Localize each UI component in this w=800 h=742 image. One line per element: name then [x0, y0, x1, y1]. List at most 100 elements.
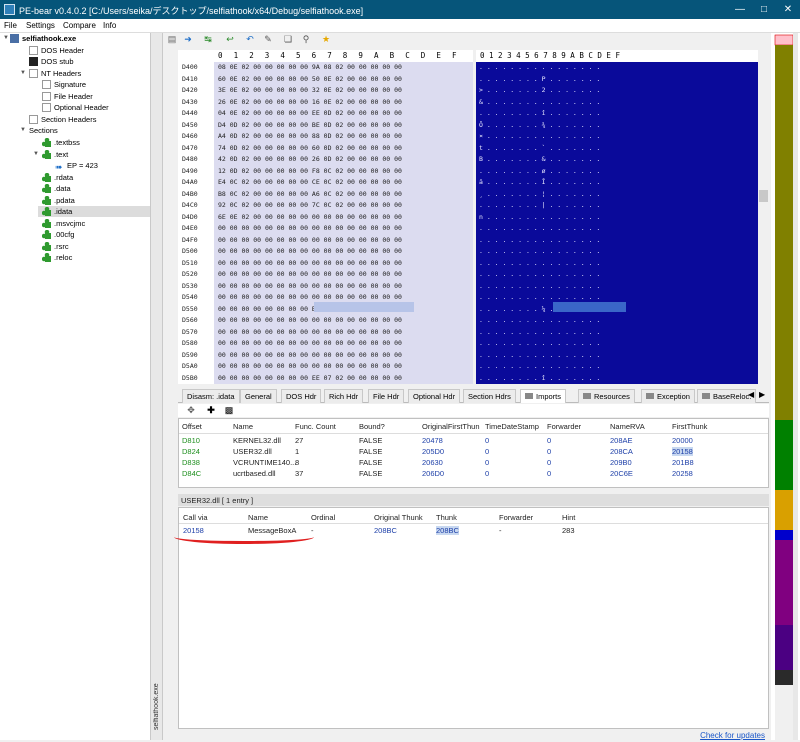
- tree-section-rdata[interactable]: .rdata: [42, 172, 73, 183]
- hex-row[interactable]: E4 0C 02 00 00 00 00 00 CE 0C 02 00 00 0…: [218, 177, 402, 189]
- ascii-row[interactable]: t . . . . . . . ` . . . . . . .: [479, 143, 600, 155]
- overview-strip[interactable]: [771, 33, 800, 740]
- tree-nt-headers[interactable]: NT Headers: [29, 68, 81, 79]
- tree-optional-header[interactable]: Optional Header: [42, 102, 109, 113]
- maximize-icon[interactable]: □: [752, 0, 776, 19]
- search-icon[interactable]: ⚲: [301, 34, 311, 44]
- import-icon[interactable]: ↩: [225, 34, 235, 44]
- ascii-row[interactable]: . . . . . . . . . . . . . . . .: [479, 246, 600, 258]
- functions-col-header[interactable]: Name: [248, 513, 268, 522]
- hex-row[interactable]: B8 0C 02 00 00 00 00 00 A6 0C 02 00 00 0…: [218, 189, 402, 201]
- tab-general[interactable]: General: [240, 389, 277, 403]
- table-row[interactable]: D810 KERNEL32.dll 27 FALSE 20478 0 0 208AE 20000: [179, 436, 768, 447]
- tree-section-00cfg[interactable]: .00cfg: [42, 229, 74, 240]
- star-icon[interactable]: ★: [321, 34, 331, 44]
- ascii-row[interactable]: . . . . . . . . | . . . . . . .: [479, 200, 600, 212]
- ascii-pane[interactable]: . . . . . . . . . . . . . . . .. . . . .…: [476, 62, 758, 384]
- hex-scrollbar[interactable]: [758, 50, 769, 384]
- menu-file[interactable]: File: [4, 21, 17, 30]
- check-updates-link[interactable]: Check for updates: [700, 731, 765, 740]
- tab-resources[interactable]: Resources: [578, 389, 635, 403]
- hex-row[interactable]: 26 0E 02 00 00 00 00 00 16 0E 02 00 00 0…: [218, 97, 402, 109]
- ascii-row[interactable]: . . . . . . . . î . . . . . . .: [479, 108, 600, 120]
- collapse-icon[interactable]: ▼: [33, 151, 39, 157]
- functions-col-header[interactable]: Call via: [183, 513, 208, 522]
- tab-disasm[interactable]: Disasm: .idata: [182, 389, 240, 403]
- tree-entry-point[interactable]: ➠ EP = 423: [55, 160, 98, 172]
- ascii-row[interactable]: . . . . . . . . . . . . . . . .: [479, 338, 600, 350]
- tab-rich-hdr[interactable]: Rich Hdr: [324, 389, 364, 403]
- hex-row[interactable]: 08 0E 02 00 00 00 00 00 9A 08 02 00 00 0…: [218, 62, 402, 74]
- tree-dos-header[interactable]: DOS Header: [29, 45, 84, 56]
- minimize-icon[interactable]: —: [728, 0, 752, 19]
- hex-row[interactable]: 92 0C 02 00 00 00 00 00 7C 0C 02 00 00 0…: [218, 200, 402, 212]
- ascii-row[interactable]: Ô . . . . . . . ¾ . . . . . . .: [479, 120, 600, 132]
- tree-section-textbss[interactable]: .textbss: [42, 137, 80, 148]
- copy-icon[interactable]: ❏: [283, 34, 293, 44]
- ascii-row[interactable]: ¤ . . . . . . . . . . . . . . .: [479, 131, 600, 143]
- ascii-row[interactable]: . . . . . . . . . . . . . . . .: [479, 327, 600, 339]
- ascii-row[interactable]: & . . . . . . . . . . . . . . .: [479, 97, 600, 109]
- tree-section-headers[interactable]: Section Headers: [29, 114, 96, 125]
- tree-file-header[interactable]: File Header: [42, 91, 93, 102]
- hex-row[interactable]: 3E 0E 02 00 00 00 00 00 32 0E 02 00 00 0…: [218, 85, 402, 97]
- export-icon[interactable]: ↹: [203, 34, 213, 44]
- imports-col-header[interactable]: Offset: [182, 422, 202, 431]
- add-icon[interactable]: ✚: [206, 405, 216, 415]
- collapse-icon[interactable]: ▼: [3, 35, 9, 41]
- tree-section-reloc[interactable]: .reloc: [42, 252, 72, 263]
- tree-section-text[interactable]: .text: [42, 149, 68, 160]
- hex-row[interactable]: 74 0D 02 00 00 00 00 00 60 0D 02 00 00 0…: [218, 143, 402, 155]
- close-icon[interactable]: ✕: [776, 0, 800, 19]
- ascii-row[interactable]: . . . . . . . . . . . . . . . .: [479, 235, 600, 247]
- hex-row[interactable]: 00 00 00 00 00 00 00 00 00 00 00 00 00 0…: [218, 327, 402, 339]
- tab-optional-hdr[interactable]: Optional Hdr: [408, 389, 461, 403]
- tree-signature[interactable]: Signature: [42, 79, 86, 90]
- hex-row[interactable]: 04 0E 02 00 00 00 00 00 EE 0D 02 00 00 0…: [218, 108, 402, 120]
- tree-section-idata[interactable]: .idata: [38, 206, 150, 217]
- hex-row[interactable]: 00 00 00 00 00 00 00 00 00 00 00 00 00 0…: [218, 269, 402, 281]
- functions-col-header[interactable]: Original Thunk: [374, 513, 423, 522]
- ascii-row[interactable]: . . . . . . . . . . . . . . . .: [479, 361, 600, 373]
- hex-row[interactable]: 00 00 00 00 00 00 00 00 00 00 00 00 00 0…: [218, 315, 402, 327]
- functions-col-header[interactable]: Ordinal: [311, 513, 335, 522]
- tree-sections[interactable]: Sections: [29, 125, 58, 136]
- hex-row[interactable]: 00 00 00 00 00 00 00 00 EE 07 02 00 00 0…: [218, 373, 402, 385]
- ascii-row[interactable]: . . . . . . . . ø . . . . . . .: [479, 166, 600, 178]
- side-file-tab[interactable]: selfiathook.exe: [153, 670, 163, 730]
- tab-scroll-right-icon[interactable]: ▶: [759, 390, 765, 399]
- ascii-row[interactable]: ¸ . . . . . . . ¦ . . . . . . .: [479, 189, 600, 201]
- ascii-row[interactable]: . . . . . . . . . . . . . . . .: [479, 281, 600, 293]
- imports-col-header[interactable]: Func. Count: [295, 422, 336, 431]
- tree-section-msvcjmc[interactable]: .msvcjmc: [42, 218, 85, 229]
- table-row[interactable]: D84C ucrtbased.dll 37 FALSE 206D0 0 0 20C6E 2025…: [179, 469, 768, 480]
- ascii-row[interactable]: . . . . . . . . . . . . . . . .: [479, 315, 600, 327]
- undo-icon[interactable]: ↶: [245, 34, 255, 44]
- tree-dos-stub[interactable]: DOS stub: [29, 56, 74, 67]
- ascii-row[interactable]: . . . . . . . . . . . . . . . .: [479, 223, 600, 235]
- tab-scroll-left-icon[interactable]: ◀: [748, 390, 754, 399]
- hex-row[interactable]: 00 00 00 00 00 00 00 00 00 00 00 00 00 0…: [218, 235, 402, 247]
- ascii-row[interactable]: ä . . . . . . . Î . . . . . . .: [479, 177, 600, 189]
- functions-col-header[interactable]: Hint: [562, 513, 575, 522]
- hex-row[interactable]: D4 0D 02 00 00 00 00 00 BE 0D 02 00 00 0…: [218, 120, 402, 132]
- tree-section-pdata[interactable]: .pdata: [42, 195, 75, 206]
- tree-section-data[interactable]: .data: [42, 183, 71, 194]
- panel-splitter[interactable]: [151, 33, 163, 740]
- hex-row[interactable]: 00 00 00 00 00 00 00 00 00 00 00 00 00 0…: [218, 338, 402, 350]
- table-row[interactable]: D824 USER32.dll 1 FALSE 205D0 0 0 208CA 20158: [179, 447, 768, 458]
- menu-settings[interactable]: Settings: [26, 21, 55, 30]
- tree-section-rsrc[interactable]: .rsrc: [42, 241, 69, 252]
- imports-col-header[interactable]: OriginalFirstThun: [422, 422, 480, 431]
- ascii-row[interactable]: . . . . . . . . . . . . . . . .: [479, 62, 600, 74]
- tab-imports[interactable]: Imports: [520, 389, 567, 403]
- imports-col-header[interactable]: Bound?: [359, 422, 385, 431]
- hex-row[interactable]: 42 0D 02 00 00 00 00 00 26 0D 02 00 00 0…: [218, 154, 402, 166]
- hex-row[interactable]: 00 00 00 00 00 00 00 00 00 00 00 00 00 0…: [218, 246, 402, 258]
- edit-icon[interactable]: ✎: [263, 34, 273, 44]
- tab-dos-hdr[interactable]: DOS Hdr: [281, 389, 322, 403]
- hex-row[interactable]: A4 0D 02 00 00 00 00 00 88 0D 02 00 00 0…: [218, 131, 402, 143]
- imports-col-header[interactable]: Forwarder: [547, 422, 581, 431]
- menu-info[interactable]: Info: [103, 21, 116, 30]
- hex-row[interactable]: 6E 0E 02 00 00 00 00 00 00 00 00 00 00 0…: [218, 212, 402, 224]
